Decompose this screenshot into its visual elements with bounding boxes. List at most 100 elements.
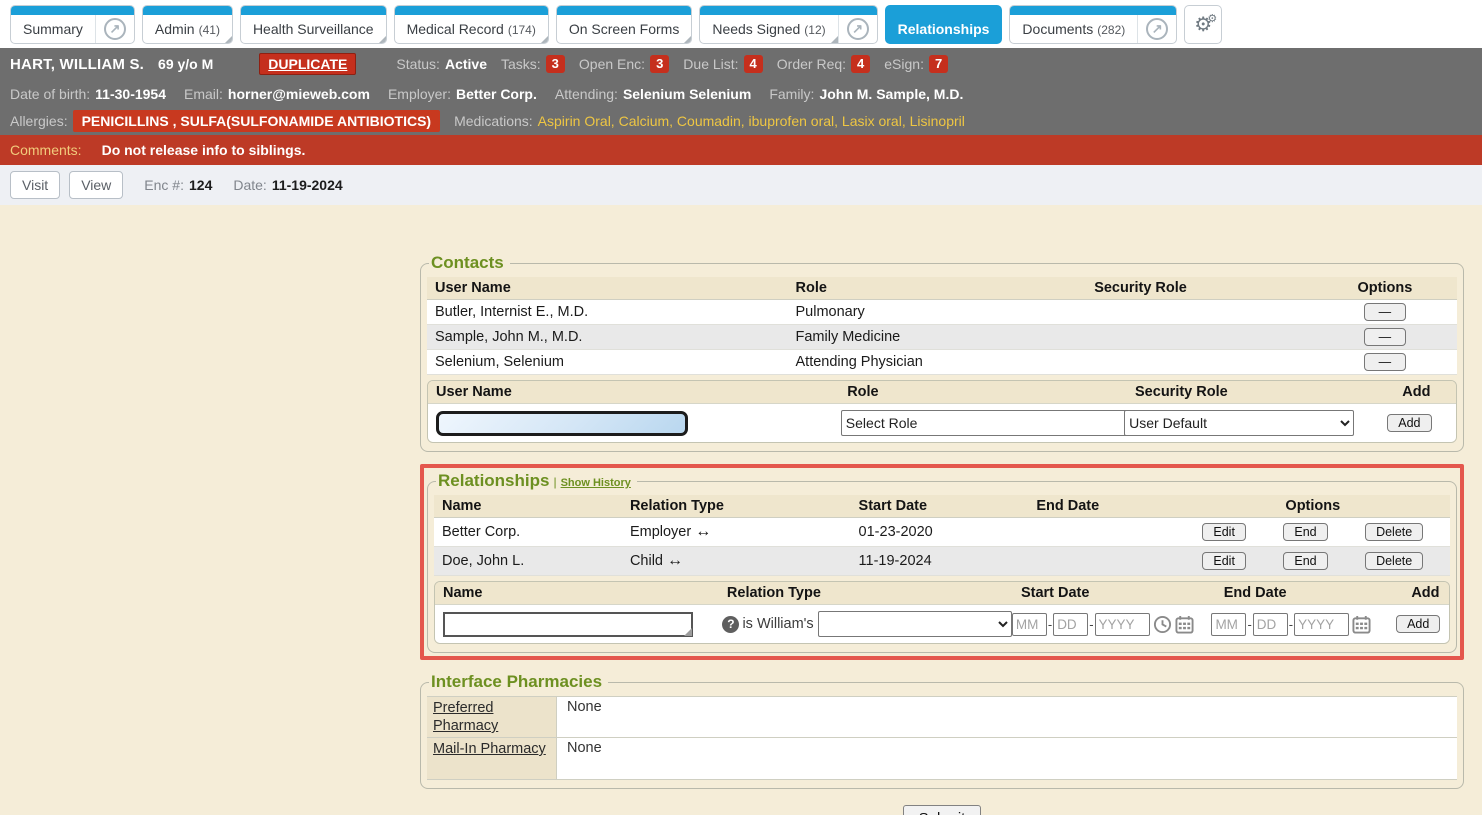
tab-medical-record-label-area[interactable]: Medical Record (174) <box>395 6 548 43</box>
contacts-table: User Name Role Security Role Options But… <box>427 277 1457 375</box>
tab-health-surveillance-label-area[interactable]: Health Surveillance <box>241 6 386 43</box>
preferred-pharmacy-link[interactable]: Preferred Pharmacy <box>433 700 498 734</box>
add-relationship-row: ? is William's -- -- <box>435 605 1449 643</box>
end-date-year-input[interactable] <box>1294 613 1349 636</box>
enc-date-label: Date: <box>233 177 266 193</box>
start-date-day-input[interactable] <box>1053 613 1088 636</box>
order-req-badge[interactable]: 4 <box>851 55 870 73</box>
date-separator: - <box>1247 617 1251 632</box>
tab-needs-signed-label-area[interactable]: Needs Signed (12) <box>700 6 837 43</box>
visit-button[interactable]: Visit <box>10 171 60 199</box>
relationship-row: Doe, John L. Child ↔ 11-19-2024 Edit End… <box>434 547 1450 576</box>
open-enc-badge[interactable]: 3 <box>650 55 669 73</box>
relationships-header-start-date: Start Date <box>851 495 1029 517</box>
comments-value: Do not release info to siblings. <box>102 142 306 158</box>
edit-relationship-button[interactable]: Edit <box>1202 552 1246 570</box>
submit-button[interactable]: Submit <box>903 805 982 815</box>
contacts-section: Contacts User Name Role Security Role Op… <box>420 253 1464 452</box>
pharmacies-section: Interface Pharmacies Preferred Pharmacy … <box>420 672 1464 789</box>
add-relationship-button[interactable]: Add <box>1396 615 1440 633</box>
dropdown-fold-icon <box>379 36 386 43</box>
dropdown-fold-icon <box>541 36 548 43</box>
add-contact-security-role-select[interactable]: User Default <box>1124 410 1354 436</box>
tab-needs-signed[interactable]: Needs Signed (12) ↗ <box>699 5 877 44</box>
show-history-link[interactable]: Show History <box>561 477 631 489</box>
autocomplete-grip-icon <box>684 628 692 636</box>
end-date-month-input[interactable] <box>1211 613 1246 636</box>
order-req-pair: Order Req: 4 <box>777 55 870 73</box>
start-date-month-input[interactable] <box>1012 613 1047 636</box>
enc-number-pair: Enc #: 124 <box>144 177 212 193</box>
delete-relationship-button[interactable]: Delete <box>1365 552 1423 570</box>
relationship-start-date: 01-23-2020 <box>851 522 1029 542</box>
settings-tab[interactable]: ⚙⚙ <box>1184 5 1222 44</box>
tab-on-screen-forms[interactable]: On Screen Forms <box>556 5 692 44</box>
relationship-name-input[interactable] <box>443 612 693 637</box>
tab-admin-label-area[interactable]: Admin (41) <box>143 6 232 43</box>
enc-number-value: 124 <box>189 177 212 193</box>
email-pair: Email: horner@mieweb.com <box>184 86 370 102</box>
tab-label: Summary <box>23 21 83 37</box>
dropdown-fold-icon <box>684 36 691 43</box>
email-label: Email: <box>184 86 223 102</box>
add-contact-user-name-input[interactable] <box>436 411 688 436</box>
end-date-day-input[interactable] <box>1253 613 1288 636</box>
tab-documents-popout[interactable]: ↗ <box>1137 6 1176 43</box>
tab-summary-label-area[interactable]: Summary <box>11 6 95 43</box>
employer-value: Better Corp. <box>456 86 537 102</box>
pharmacy-row: Mail-In Pharmacy None <box>427 738 1457 780</box>
add-contact-button[interactable]: Add <box>1387 414 1431 432</box>
popout-icon: ↗ <box>104 18 126 40</box>
contact-security-role <box>1086 360 1313 364</box>
end-relationship-button[interactable]: End <box>1283 523 1327 541</box>
patient-header-row-2: Date of birth: 11-30-1954 Email: horner@… <box>0 80 1482 107</box>
tab-summary-popout[interactable]: ↗ <box>95 6 134 43</box>
due-list-badge[interactable]: 4 <box>744 55 763 73</box>
tab-relationships-label-area[interactable]: Relationships <box>886 6 1002 43</box>
relationships-header-relation-type: Relation Type <box>622 495 851 517</box>
edit-relationship-button[interactable]: Edit <box>1202 523 1246 541</box>
due-list-label: Due List: <box>683 56 738 72</box>
delete-relationship-button[interactable]: Delete <box>1365 523 1423 541</box>
view-button[interactable]: View <box>69 171 123 199</box>
mail-in-pharmacy-link[interactable]: Mail-In Pharmacy <box>433 741 546 757</box>
patient-name: HART, WILLIAM S. <box>10 56 144 73</box>
encounter-bar: Visit View Enc #: 124 Date: 11-19-2024 <box>0 165 1482 205</box>
tab-needs-signed-popout[interactable]: ↗ <box>838 6 877 43</box>
pharmacy-row: Preferred Pharmacy None <box>427 696 1457 738</box>
remove-contact-button[interactable]: — <box>1364 328 1407 346</box>
add-contact-box: User Name Role Security Role Add Select … <box>427 380 1457 443</box>
tab-documents[interactable]: Documents (282) ↗ <box>1009 5 1177 44</box>
tasks-badge[interactable]: 3 <box>546 55 565 73</box>
patient-header-row-3: Allergies: PENICILLINS , SULFA(SULFONAMI… <box>0 107 1482 135</box>
tab-relationships[interactable]: Relationships <box>885 5 1003 44</box>
tab-health-surveillance[interactable]: Health Surveillance <box>240 5 387 44</box>
relation-type-select[interactable] <box>818 611 1012 637</box>
tab-label: Medical Record <box>407 21 504 37</box>
duplicate-flag[interactable]: DUPLICATE <box>259 53 356 75</box>
allergies-value[interactable]: PENICILLINS , SULFA(SULFONAMIDE ANTIBIOT… <box>73 110 440 132</box>
attending-pair: Attending: Selenium Selenium <box>555 86 751 102</box>
clock-icon[interactable] <box>1153 615 1172 634</box>
patient-header-row-1: HART, WILLIAM S. 69 y/o M DUPLICATE Stat… <box>0 48 1482 80</box>
calendar-icon[interactable] <box>1352 615 1371 634</box>
relationships-header-name: Name <box>434 495 622 517</box>
calendar-icon[interactable] <box>1175 615 1194 634</box>
tab-medical-record[interactable]: Medical Record (174) <box>394 5 549 44</box>
tab-admin[interactable]: Admin (41) <box>142 5 233 44</box>
esign-badge[interactable]: 7 <box>929 55 948 73</box>
medications-label: Medications: <box>454 113 533 129</box>
help-icon[interactable]: ? <box>722 616 739 633</box>
enc-date-pair: Date: 11-19-2024 <box>233 177 342 193</box>
pharmacies-table: Preferred Pharmacy None Mail-In Pharmacy… <box>427 696 1457 780</box>
remove-contact-button[interactable]: — <box>1364 303 1407 321</box>
remove-contact-button[interactable]: — <box>1364 353 1407 371</box>
medications-value[interactable]: Aspirin Oral, Calcium, Coumadin, ibuprof… <box>538 113 965 129</box>
tab-summary[interactable]: Summary ↗ <box>10 5 135 44</box>
tab-documents-label-area[interactable]: Documents (282) <box>1010 6 1137 43</box>
add-relationship-header-add: Add <box>1403 582 1449 604</box>
end-relationship-button[interactable]: End <box>1283 552 1327 570</box>
tab-on-screen-forms-label-area[interactable]: On Screen Forms <box>557 6 691 43</box>
start-date-year-input[interactable] <box>1095 613 1150 636</box>
legend-separator: | <box>553 475 556 489</box>
